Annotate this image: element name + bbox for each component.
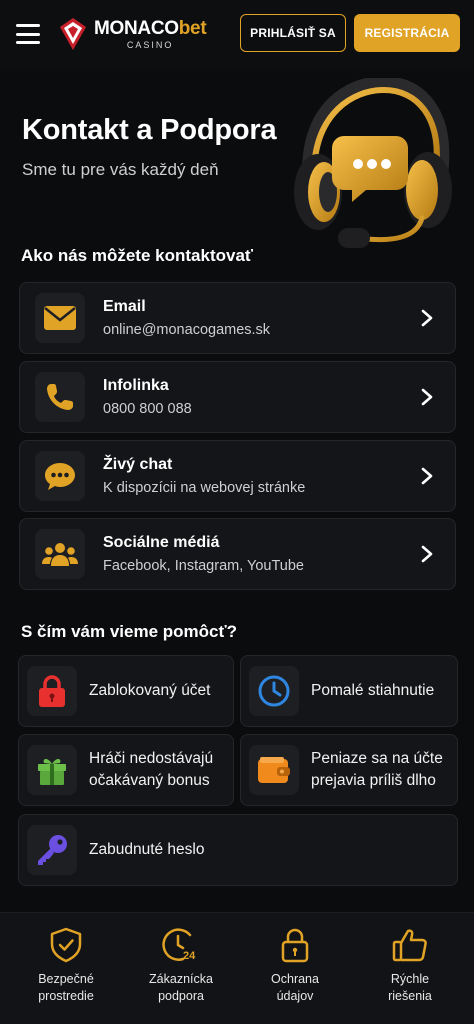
feature-customer-support: 24 Zákaznícka podpora [122,927,240,1005]
contact-item-email[interactable]: Email online@monacogames.sk [19,282,456,354]
brand-name-main: MONACO [94,17,179,39]
page-title: Kontakt a Podpora [22,114,277,146]
chat-icon [45,463,75,490]
help-item-slow-withdrawal[interactable]: Pomalé stiahnutie [240,655,458,727]
contact-item-hotline[interactable]: Infolinka 0800 800 088 [19,361,456,433]
help-item-missing-bonus[interactable]: Hráči nedostávajú očakávaný bonus [18,734,234,806]
feature-fast-solutions: Rýchle riešenia [351,927,469,1005]
brand-subtitle: CASINO [126,39,174,50]
contact-title: Infolinka [103,377,169,394]
feature-label-line2: riešenia [388,989,432,1003]
contact-section-heading: Ako nás môžete kontaktovať [21,246,254,265]
shield-check-icon [50,927,82,963]
chevron-right-icon [421,388,433,406]
clock-icon [258,675,290,707]
contact-icon-box [35,451,85,501]
contact-title: Sociálne médiá [103,534,220,551]
chevron-right-icon [421,467,433,485]
help-icon-box [27,825,77,875]
feature-label-line2: prostredie [38,989,94,1003]
phone-icon [47,384,73,410]
contact-icon-box [35,372,85,422]
features-bar: Bezpečné prostredie 24 Zákaznícka podpor… [0,912,474,1024]
help-label-line2: očakávaný bonus [89,772,210,789]
contact-title: Email [103,298,146,315]
svg-text:24: 24 [183,950,196,962]
key-icon [38,835,67,865]
feature-safe-environment: Bezpečné prostredie [7,927,125,1005]
contact-icon-box [35,293,85,343]
headset-support-icon [294,78,452,248]
monaco-diamond-logo-icon [60,18,86,50]
help-icon-box [249,666,299,716]
lock-icon [39,675,65,707]
feature-label-line1: Ochrana [271,972,319,986]
top-header: MONACObet CASINO PRIHLÁSIŤ SA REGISTRÁCI… [0,0,474,68]
help-section-heading: S čím vám vieme pomôcť? [21,622,238,641]
contact-detail: 0800 800 088 [103,401,192,417]
feature-data-protection: Ochrana údajov [236,927,354,1005]
help-label: Pomalé stiahnutie [311,682,435,699]
help-label: Peniaze sa na účte prejavia príliš dlho [311,748,443,792]
feature-label-line2: podpora [158,989,204,1003]
chevron-right-icon [421,545,433,563]
help-label: Hráči nedostávajú očakávaný bonus [89,748,213,792]
contact-item-live-chat[interactable]: Živý chat K dispozícii na webovej stránk… [19,440,456,512]
help-item-forgotten-password[interactable]: Zabudnuté heslo [18,814,458,886]
help-label: Zabudnuté heslo [89,841,205,858]
wallet-icon [258,757,290,783]
brand-logo[interactable]: MONACObet CASINO [58,17,207,51]
contact-detail: Facebook, Instagram, YouTube [103,558,304,574]
feature-label-line1: Bezpečné [38,972,94,986]
contact-detail: K dispozícii na webovej stránke [103,480,306,496]
envelope-icon [44,306,76,330]
help-icon-box [27,666,77,716]
contact-icon-box [35,529,85,579]
contact-item-social-media[interactable]: Sociálne médiá Facebook, Instagram, YouT… [19,518,456,590]
chevron-right-icon [421,309,433,327]
hamburger-menu-icon[interactable] [16,24,40,44]
help-label-line1: Peniaze sa na účte [311,750,443,767]
help-icon-box [249,745,299,795]
people-icon [42,543,78,566]
help-label-line1: Hráči nedostávajú [89,750,214,767]
help-label-line2: prejavia príliš dlho [311,772,436,789]
help-label: Zablokovaný účet [89,682,211,699]
help-item-slow-funds[interactable]: Peniaze sa na účte prejavia príliš dlho [240,734,458,806]
contact-detail: online@monacogames.sk [103,322,271,338]
gift-icon [38,759,66,785]
clock-24-icon: 24 [162,928,196,962]
help-item-blocked-account[interactable]: Zablokovaný účet [18,655,234,727]
contact-title: Živý chat [103,456,173,473]
feature-label-line1: Zákaznícka [149,972,213,986]
page-subtitle: Sme tu pre vás každý deň [22,160,219,179]
help-icon-box [27,745,77,795]
thumbs-up-icon [392,929,427,962]
brand-name-accent: bet [178,17,207,39]
login-button[interactable]: PRIHLÁSIŤ SA [240,14,346,52]
feature-label-line2: údajov [276,989,314,1003]
feature-label-line1: Rýchle [390,972,430,986]
padlock-icon [281,928,309,963]
register-button[interactable]: REGISTRÁCIA [354,14,460,52]
